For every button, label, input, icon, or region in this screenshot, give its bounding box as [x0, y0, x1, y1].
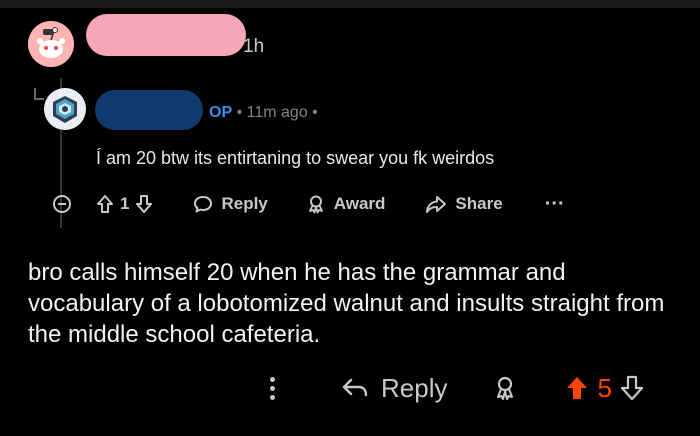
op-username-redaction [95, 90, 203, 130]
top-border [0, 0, 700, 8]
award-button[interactable]: Award [306, 194, 386, 214]
op-badge: OP [209, 104, 233, 121]
comment-score: 5 [597, 372, 612, 403]
meta-separator-trailing: • [312, 104, 318, 121]
reply-label: Reply [221, 194, 268, 213]
op-avatar-icon[interactable] [44, 88, 86, 130]
reply-label-main: Reply [381, 372, 448, 403]
award-label: Award [333, 194, 386, 213]
comment-timestamp: 1h [243, 36, 265, 57]
award-icon [308, 195, 323, 214]
more-icon[interactable]: ··· [545, 194, 565, 214]
vote-count: 1 [120, 194, 130, 213]
share-button[interactable]: Share [425, 194, 503, 214]
comment-text: bro calls himself 20 when he has the gra… [28, 259, 665, 348]
parent-comment-actions: 1 Reply Award Share ··· [52, 190, 565, 218]
reply-connector-horizontal [34, 98, 44, 100]
reply-button-main[interactable]: Reply [341, 373, 447, 404]
upvote-icon-main[interactable] [565, 375, 589, 401]
reply-arrow-icon [342, 378, 368, 397]
downvote-icon[interactable] [135, 194, 153, 214]
username-redaction [86, 14, 246, 56]
comment-actions: Reply 5 [270, 368, 644, 408]
op-meta: OP • 11m ago • [209, 104, 318, 122]
meta-separator: • [236, 104, 243, 121]
downvote-icon-main[interactable] [620, 375, 644, 401]
parent-comment-text: Í am 20 btw its entirtaning to swear you… [96, 148, 495, 168]
share-icon [426, 196, 447, 213]
more-options-icon[interactable] [270, 376, 275, 400]
award-icon-main[interactable] [493, 375, 517, 401]
collapse-icon[interactable] [52, 194, 72, 214]
upvote-icon[interactable] [96, 194, 114, 214]
reply-icon [194, 196, 213, 213]
reply-button[interactable]: Reply [193, 194, 268, 214]
snoo-avatar-icon[interactable] [28, 21, 74, 67]
op-timestamp: 11m ago [246, 104, 308, 121]
share-label: Share [455, 194, 503, 213]
